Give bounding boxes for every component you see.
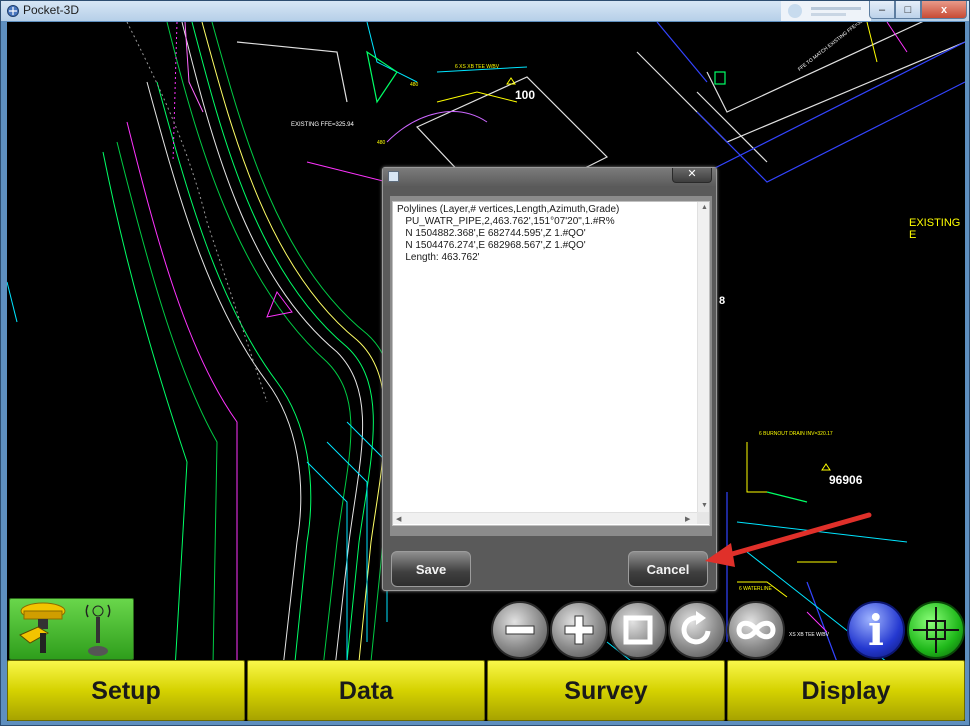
label-480b: 480 xyxy=(410,82,419,88)
polyline-info-text: Polylines (Layer,# vertices,Length,Azimu… xyxy=(397,204,620,263)
crosshair-icon xyxy=(913,607,959,653)
dialog-close-button[interactable]: ✕ xyxy=(672,168,712,183)
title-bar: Pocket-3D – □ x xyxy=(1,1,969,21)
zoom-in-icon xyxy=(564,615,594,645)
point-label-96906: 96906 xyxy=(829,473,863,487)
label-480: 480 xyxy=(377,140,386,146)
maximize-button[interactable]: □ xyxy=(895,1,921,19)
zoom-window-icon xyxy=(623,615,653,645)
gps-status-panel[interactable] xyxy=(9,598,134,660)
crosshair-button[interactable] xyxy=(907,601,965,659)
scroll-left-icon[interactable]: ◀ xyxy=(396,515,401,523)
gps-receiver-icon xyxy=(19,602,111,656)
save-button[interactable]: Save xyxy=(391,551,471,587)
polyline-text-area[interactable]: Polylines (Layer,# vertices,Length,Azimu… xyxy=(392,201,710,526)
main-menu-bar: Setup Data Survey Display xyxy=(7,660,965,721)
tab-setup[interactable]: Setup xyxy=(7,660,245,721)
text-burnout-drain: 6 BURNOUT DRAIN INV=320.17 xyxy=(759,431,833,437)
info-button[interactable]: i xyxy=(847,601,905,659)
background-window-sliver xyxy=(781,1,871,21)
tab-survey[interactable]: Survey xyxy=(487,660,725,721)
zoom-out-button[interactable] xyxy=(491,601,549,659)
refresh-icon xyxy=(681,611,711,645)
polyline-info-dialog: ✕ Polylines (Layer,# vertices,Length,Azi… xyxy=(382,167,717,591)
text-existing-ffe: EXISTING FFE=325.94 xyxy=(291,122,354,128)
label-8: 8 xyxy=(719,295,726,307)
app-icon xyxy=(7,5,19,17)
zoom-out-icon xyxy=(505,625,535,635)
close-button[interactable]: x xyxy=(921,1,967,19)
vertical-scrollbar[interactable]: ▲ ▼ xyxy=(697,202,709,512)
horizontal-scrollbar[interactable]: ◀ ▶ xyxy=(393,512,697,524)
text-xs-tee-1: 6 XS XB TEE W/BV xyxy=(455,64,500,70)
scroll-right-icon[interactable]: ▶ xyxy=(685,515,690,523)
scroll-up-icon[interactable]: ▲ xyxy=(701,204,708,211)
refresh-button[interactable] xyxy=(668,601,726,659)
dialog-app-icon xyxy=(388,171,399,182)
tab-data[interactable]: Data xyxy=(247,660,485,721)
zoom-extents-button[interactable] xyxy=(727,601,785,659)
zoom-window-button[interactable] xyxy=(609,601,667,659)
point-label-100: 100 xyxy=(515,88,536,102)
infinity-icon xyxy=(736,620,776,640)
text-waterline: 6 WATERLINE xyxy=(739,586,772,592)
minimize-button[interactable]: – xyxy=(869,1,895,19)
text-existing-e: EXISTING E xyxy=(909,217,961,241)
zoom-in-button[interactable] xyxy=(550,601,608,659)
app-window: Pocket-3D – □ x 100 96906 EXISTING E EXI… xyxy=(0,0,970,726)
dialog-title-bar: ✕ xyxy=(383,168,716,186)
text-xs-tee-2: XS XB TEE W/BV xyxy=(789,632,829,638)
window-title: Pocket-3D xyxy=(23,3,80,17)
annotation-arrow-icon xyxy=(705,512,872,567)
tab-display[interactable]: Display xyxy=(727,660,965,721)
